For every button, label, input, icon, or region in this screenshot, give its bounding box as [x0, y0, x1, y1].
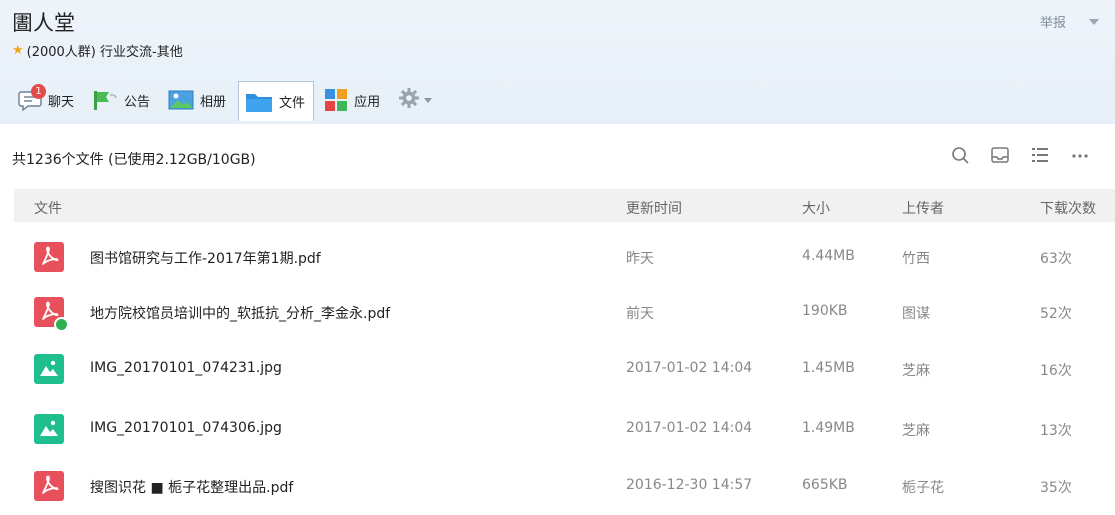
column-size[interactable]: 大小: [802, 198, 830, 218]
file-uploader[interactable]: 栀子花: [902, 477, 944, 497]
column-uploader[interactable]: 上传者: [902, 198, 944, 218]
file-time: 前天: [626, 306, 654, 322]
group-toolbar: 1 聊天 公告 相册 文件 应用: [12, 80, 433, 121]
file-size: 4.44MB: [802, 248, 855, 264]
search-icon[interactable]: [950, 145, 970, 165]
report-link[interactable]: 举报: [1040, 12, 1066, 31]
file-size: 190KB: [802, 303, 848, 319]
file-size: 1.45MB: [802, 360, 855, 376]
group-header: 圕人堂 ★ (2000人群) 行业交流-其他 举报 1 聊天 公告 相册 文件 …: [0, 0, 1115, 124]
folder-icon: [245, 91, 273, 113]
file-table-header: 文件 更新时间 大小 上传者 下载次数: [14, 189, 1115, 222]
chevron-down-icon: [424, 97, 433, 103]
group-info: (2000人群) 行业交流-其他: [26, 45, 183, 60]
file-time: 2017-01-02 14:04: [626, 420, 753, 436]
file-name: 搜图识花 ■ 栀子花整理出品.pdf: [90, 480, 294, 496]
file-row[interactable]: 地方院校馆员培训中的_软抵抗_分析_李金永.pdf 前天 190KB 图谋 52…: [14, 286, 1115, 341]
file-row[interactable]: 图书馆研究与工作-2017年第1期.pdf 昨天 4.44MB 竹西 63次: [14, 231, 1115, 286]
star-icon: ★: [12, 43, 24, 58]
list-view-icon[interactable]: [1030, 145, 1050, 165]
column-file[interactable]: 文件: [34, 198, 62, 218]
column-time[interactable]: 更新时间: [626, 198, 682, 218]
report-dropdown-icon[interactable]: [1089, 19, 1099, 25]
downloaded-check-icon: [54, 317, 69, 332]
tab-files[interactable]: 文件: [238, 81, 315, 121]
file-row[interactable]: IMG_20170101_074306.jpg 2017-01-02 14:04…: [14, 403, 1115, 458]
file-uploader[interactable]: 芝麻: [902, 420, 930, 440]
column-downloads[interactable]: 下载次数: [1040, 198, 1096, 218]
tab-apps[interactable]: 应用: [318, 81, 388, 119]
image-file-icon: [34, 354, 64, 384]
file-downloads: 63次: [1040, 251, 1072, 267]
file-name: 图书馆研究与工作-2017年第1期.pdf: [90, 251, 321, 267]
file-uploader[interactable]: 图谋: [902, 303, 930, 323]
group-title: 圕人堂: [12, 11, 75, 35]
file-uploader[interactable]: 竹西: [902, 248, 930, 268]
file-name: IMG_20170101_074231.jpg: [90, 360, 282, 376]
tab-album[interactable]: 相册: [162, 81, 234, 119]
file-size: 665KB: [802, 477, 848, 493]
file-tools: [950, 145, 1090, 165]
storage-summary: 共1236个文件 (已使用2.12GB/10GB): [12, 152, 256, 168]
inbox-icon[interactable]: [990, 145, 1010, 165]
file-name: IMG_20170101_074306.jpg: [90, 420, 282, 436]
tab-chat[interactable]: 1 聊天: [12, 81, 82, 119]
file-time: 昨天: [626, 251, 654, 267]
tab-label: 相册: [200, 94, 227, 110]
gear-icon: [398, 87, 420, 113]
megaphone-icon: [92, 89, 118, 111]
chat-icon: 1: [18, 84, 46, 111]
group-info-line: ★ (2000人群) 行业交流-其他: [12, 41, 183, 60]
file-uploader[interactable]: 芝麻: [902, 360, 930, 380]
apps-icon: [324, 88, 348, 112]
file-row[interactable]: 搜图识花 ■ 栀子花整理出品.pdf 2016-12-30 14:57 665K…: [14, 460, 1115, 515]
more-icon[interactable]: [1070, 145, 1090, 165]
file-time: 2017-01-02 14:04: [626, 360, 753, 376]
file-downloads: 16次: [1040, 363, 1072, 379]
tab-label: 公告: [124, 94, 151, 110]
tab-label: 应用: [354, 94, 381, 110]
file-time: 2016-12-30 14:57: [626, 477, 753, 493]
file-downloads: 52次: [1040, 306, 1072, 322]
photo-icon: [168, 90, 194, 110]
settings-menu[interactable]: [398, 87, 433, 113]
file-downloads: 13次: [1040, 423, 1072, 439]
image-file-icon: [34, 414, 64, 444]
pdf-icon: [34, 242, 64, 272]
tab-announcement[interactable]: 公告: [86, 81, 158, 119]
file-name: 地方院校馆员培训中的_软抵抗_分析_李金永.pdf: [90, 306, 391, 322]
unread-badge: 1: [31, 84, 46, 99]
file-size: 1.49MB: [802, 420, 855, 436]
pdf-icon: [34, 471, 64, 501]
file-row[interactable]: IMG_20170101_074231.jpg 2017-01-02 14:04…: [14, 343, 1115, 398]
tab-label: 文件: [279, 96, 306, 111]
file-downloads: 35次: [1040, 480, 1072, 496]
tab-label: 聊天: [48, 94, 75, 110]
